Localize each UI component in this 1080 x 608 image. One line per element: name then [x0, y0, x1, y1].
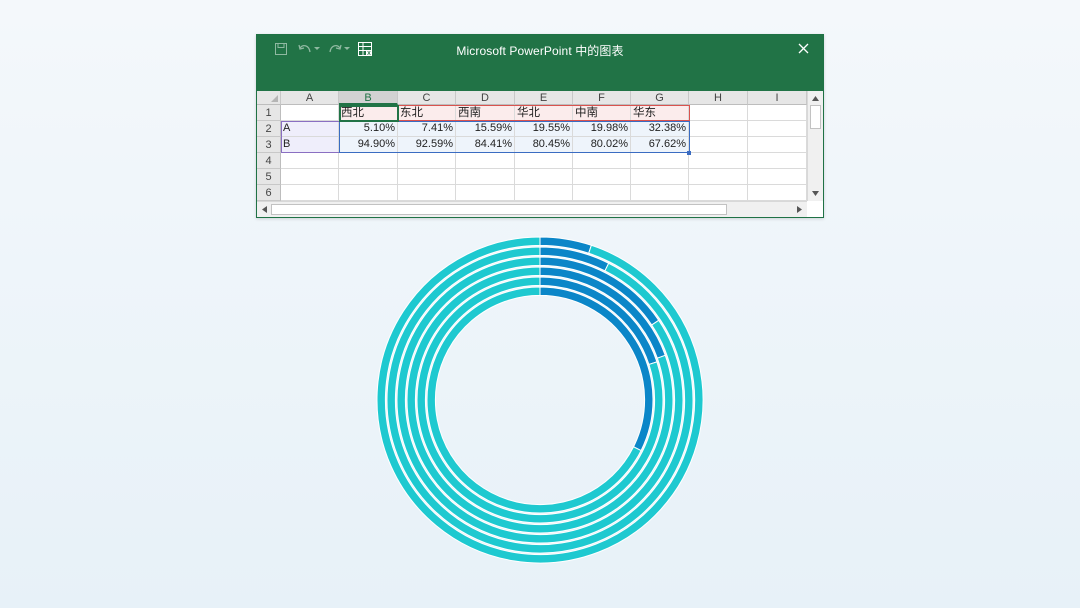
cell-e6[interactable]	[515, 185, 573, 201]
cell-h2[interactable]	[689, 121, 748, 137]
cell-b5[interactable]	[339, 169, 398, 185]
window-title: Microsoft PowerPoint 中的图表	[456, 44, 624, 58]
cell-i2[interactable]	[748, 121, 807, 137]
cell-g2[interactable]: 32.38%	[631, 121, 689, 137]
cell-i6[interactable]	[748, 185, 807, 201]
cell-c4[interactable]	[398, 153, 456, 169]
cell-f4[interactable]	[573, 153, 631, 169]
cell-f1[interactable]: 中南	[573, 105, 631, 121]
cell-b6[interactable]	[339, 185, 398, 201]
close-icon[interactable]	[794, 39, 812, 57]
cell-f2[interactable]: 19.98%	[573, 121, 631, 137]
cell-b2[interactable]: 5.10%	[339, 121, 398, 137]
column-header-d[interactable]: D	[456, 91, 515, 105]
doughnut-chart[interactable]	[370, 230, 710, 570]
cell-f5[interactable]	[573, 169, 631, 185]
cell-d6[interactable]	[456, 185, 515, 201]
cell-f6[interactable]	[573, 185, 631, 201]
cell-g1[interactable]: 华东	[631, 105, 689, 121]
cell-d5[interactable]	[456, 169, 515, 185]
select-all-corner[interactable]	[257, 91, 281, 105]
chart-data-editor-window: X Microsoft PowerPoint 中的图表 A B C D E F …	[256, 34, 824, 218]
cell-d3[interactable]: 84.41%	[456, 137, 515, 153]
row-header-6[interactable]: 6	[257, 185, 281, 201]
spreadsheet-grid[interactable]: A B C D E F G H I 1 2 3 4 5 6 西北 东北 西南 华…	[257, 91, 807, 201]
scroll-right-icon[interactable]	[793, 203, 805, 215]
cell-a2[interactable]: A	[281, 121, 339, 137]
cell-i4[interactable]	[748, 153, 807, 169]
cell-e4[interactable]	[515, 153, 573, 169]
cell-g3[interactable]: 67.62%	[631, 137, 689, 153]
cell-e3[interactable]: 80.45%	[515, 137, 573, 153]
cell-i5[interactable]	[748, 169, 807, 185]
row-header-4[interactable]: 4	[257, 153, 281, 169]
row-header-1[interactable]: 1	[257, 105, 281, 121]
column-header-b[interactable]: B	[339, 91, 398, 105]
column-header-i[interactable]: I	[748, 91, 807, 105]
cell-h6[interactable]	[689, 185, 748, 201]
row-header-2[interactable]: 2	[257, 121, 281, 137]
title-bar: X Microsoft PowerPoint 中的图表	[257, 35, 823, 91]
cell-h5[interactable]	[689, 169, 748, 185]
scroll-up-icon[interactable]	[809, 92, 821, 104]
column-header-c[interactable]: C	[398, 91, 456, 105]
cell-c1[interactable]: 东北	[398, 105, 456, 121]
column-header-g[interactable]: G	[631, 91, 689, 105]
cell-c6[interactable]	[398, 185, 456, 201]
cell-g5[interactable]	[631, 169, 689, 185]
cell-h1[interactable]	[689, 105, 748, 121]
cell-a4[interactable]	[281, 153, 339, 169]
cell-d1[interactable]: 西南	[456, 105, 515, 121]
cell-f3[interactable]: 80.02%	[573, 137, 631, 153]
cell-c2[interactable]: 7.41%	[398, 121, 456, 137]
scroll-down-icon[interactable]	[809, 187, 821, 199]
cell-e1[interactable]: 华北	[515, 105, 573, 121]
horizontal-scroll-thumb[interactable]	[271, 204, 727, 215]
cell-a5[interactable]	[281, 169, 339, 185]
horizontal-scrollbar[interactable]	[257, 201, 807, 217]
cell-i1[interactable]	[748, 105, 807, 121]
vertical-scrollbar[interactable]	[807, 91, 823, 201]
row-header-3[interactable]: 3	[257, 137, 281, 153]
cell-g4[interactable]	[631, 153, 689, 169]
cell-c5[interactable]	[398, 169, 456, 185]
column-header-f[interactable]: F	[573, 91, 631, 105]
cell-d2[interactable]: 15.59%	[456, 121, 515, 137]
cell-b3[interactable]: 94.90%	[339, 137, 398, 153]
row-header-5[interactable]: 5	[257, 169, 281, 185]
vertical-scroll-thumb[interactable]	[810, 105, 821, 129]
scroll-left-icon[interactable]	[258, 203, 270, 215]
cell-i3[interactable]	[748, 137, 807, 153]
cell-h3[interactable]	[689, 137, 748, 153]
column-header-a[interactable]: A	[281, 91, 339, 105]
cell-a6[interactable]	[281, 185, 339, 201]
cell-e5[interactable]	[515, 169, 573, 185]
column-header-e[interactable]: E	[515, 91, 573, 105]
column-header-h[interactable]: H	[689, 91, 748, 105]
cell-a3[interactable]: B	[281, 137, 339, 153]
cell-e2[interactable]: 19.55%	[515, 121, 573, 137]
cell-b1[interactable]: 西北	[339, 105, 398, 121]
cell-a1[interactable]	[281, 105, 339, 121]
cell-d4[interactable]	[456, 153, 515, 169]
range-resize-handle[interactable]	[687, 151, 691, 155]
cell-c3[interactable]: 92.59%	[398, 137, 456, 153]
cell-b4[interactable]	[339, 153, 398, 169]
cell-h4[interactable]	[689, 153, 748, 169]
cell-g6[interactable]	[631, 185, 689, 201]
doughnut-chart-svg[interactable]	[370, 230, 710, 570]
